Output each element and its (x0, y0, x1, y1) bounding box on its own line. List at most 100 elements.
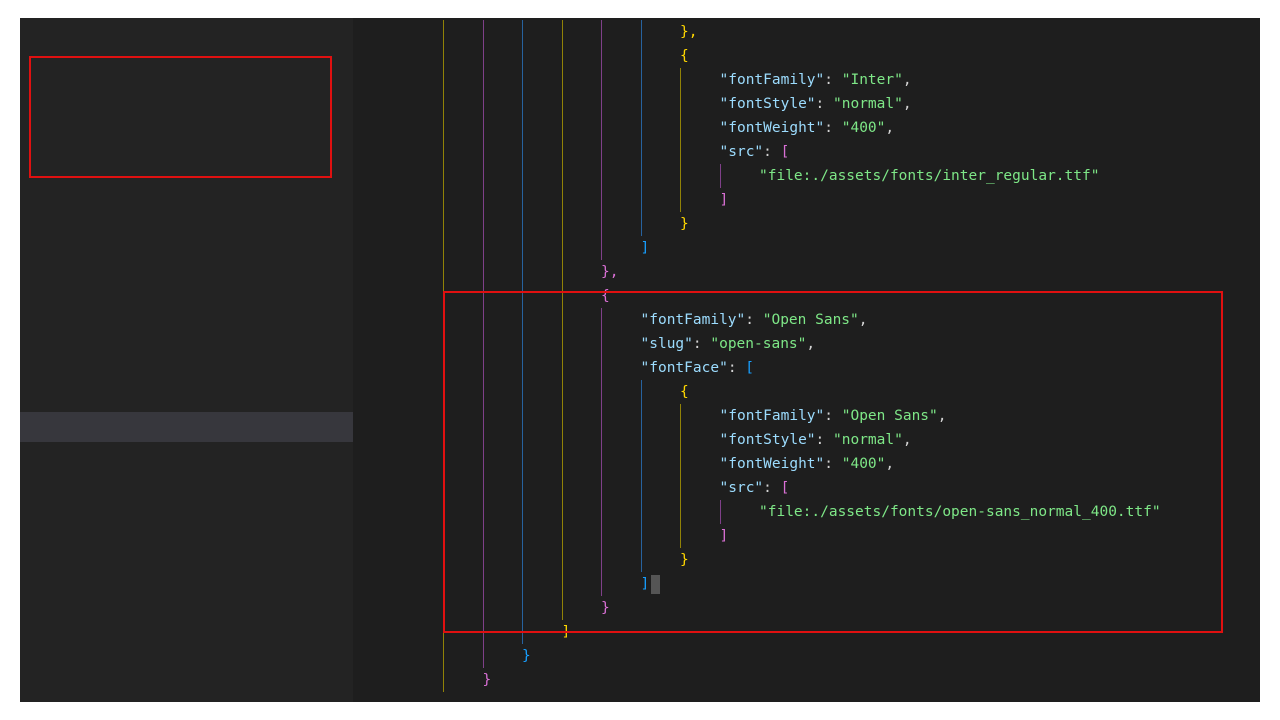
code-token: "slug" (641, 336, 693, 352)
code-token: : (693, 336, 710, 352)
code-line: ] (641, 236, 650, 260)
code-line: ] (720, 524, 729, 548)
code-token: "src" (720, 480, 764, 496)
code-token: : (763, 480, 780, 496)
code-line: { (680, 380, 689, 404)
file-explorer (20, 18, 353, 702)
code-editor[interactable]: },{"fontFamily": "Inter","fontStyle": "n… (353, 18, 1260, 702)
code-line: } (601, 596, 610, 620)
code-token: ] (641, 576, 650, 592)
code-line: "src": [ (720, 140, 790, 164)
explorer-item[interactable] (20, 52, 353, 82)
code-line: "fontFace": [ (641, 356, 755, 380)
code-token: "fontWeight" (720, 120, 825, 136)
explorer-item[interactable] (20, 352, 353, 382)
explorer-item[interactable] (20, 472, 353, 502)
indent-guide (601, 308, 602, 596)
code-token: : (816, 432, 833, 448)
text-cursor (651, 575, 660, 594)
code-token: "fontFace" (641, 360, 728, 376)
code-token: : (816, 96, 833, 112)
explorer-item[interactable] (20, 172, 353, 202)
code-token: [ (781, 480, 790, 496)
code-token: : (763, 144, 780, 160)
indent-guide (562, 20, 563, 620)
code-token: , (938, 408, 947, 424)
explorer-item[interactable] (20, 202, 353, 232)
code-token: "400" (842, 120, 886, 136)
code-token: [ (781, 144, 790, 160)
code-token: [ (745, 360, 754, 376)
explorer-item[interactable] (20, 292, 353, 322)
code-line: } (680, 212, 689, 236)
code-token: : (745, 312, 762, 328)
code-line: "fontStyle": "normal", (720, 92, 912, 116)
code-line: "src": [ (720, 476, 790, 500)
explorer-item[interactable] (20, 382, 353, 412)
code-token: }, (601, 264, 618, 280)
code-line: }, (680, 20, 697, 44)
code-token: "normal" (833, 432, 903, 448)
code-token: } (601, 600, 610, 616)
code-token: "fontFamily" (641, 312, 746, 328)
indent-guide (680, 404, 681, 548)
code-token: } (680, 552, 689, 568)
editor-window: },{"fontFamily": "Inter","fontStyle": "n… (20, 18, 1260, 702)
code-token: "file:./assets/fonts/open-sans_normal_40… (759, 504, 1161, 520)
explorer-item[interactable] (20, 82, 353, 112)
explorer-item[interactable] (20, 412, 353, 442)
code-token: ] (720, 192, 729, 208)
code-token: { (680, 384, 689, 400)
code-token: , (903, 72, 912, 88)
code-token: : (824, 456, 841, 472)
code-line: "fontWeight": "400", (720, 116, 895, 140)
code-token: "open-sans" (710, 336, 806, 352)
code-line: ] (641, 572, 661, 596)
code-line: { (680, 44, 689, 68)
indent-guide (720, 164, 721, 188)
code-line: } (680, 548, 689, 572)
indent-guide (641, 380, 642, 572)
code-token: }, (680, 24, 697, 40)
code-line: "slug": "open-sans", (641, 332, 816, 356)
code-token: "Inter" (842, 72, 903, 88)
explorer-item[interactable] (20, 442, 353, 472)
code-token: : (824, 120, 841, 136)
code-token: , (903, 96, 912, 112)
code-token: "normal" (833, 96, 903, 112)
code-line: "file:./assets/fonts/open-sans_normal_40… (759, 500, 1161, 524)
explorer-item[interactable] (20, 142, 353, 172)
code-token: , (885, 120, 894, 136)
explorer-item[interactable] (20, 322, 353, 352)
code-token: "fontFamily" (720, 408, 825, 424)
code-line: "fontFamily": "Inter", (720, 68, 912, 92)
code-token: ] (720, 528, 729, 544)
explorer-item[interactable] (20, 502, 353, 532)
code-token: : (728, 360, 745, 376)
code-token: "src" (720, 144, 764, 160)
code-token: { (601, 288, 610, 304)
code-line: } (522, 644, 531, 668)
explorer-item[interactable] (20, 22, 353, 52)
explorer-item[interactable] (20, 262, 353, 292)
code-token: "file:./assets/fonts/inter_regular.ttf" (759, 168, 1099, 184)
explorer-item[interactable] (20, 232, 353, 262)
code-token: "Open Sans" (842, 408, 938, 424)
code-token: } (680, 216, 689, 232)
code-token: : (824, 72, 841, 88)
code-token: , (885, 456, 894, 472)
code-line: ] (562, 620, 571, 644)
code-line: "file:./assets/fonts/inter_regular.ttf" (759, 164, 1099, 188)
code-token: ] (562, 624, 571, 640)
indent-guide (522, 20, 523, 644)
indent-guide (641, 20, 642, 236)
code-token: ] (641, 240, 650, 256)
code-line: } (483, 668, 492, 692)
code-token: { (680, 48, 689, 64)
indent-guide (483, 20, 484, 668)
explorer-item[interactable] (20, 112, 353, 142)
code-token: "400" (842, 456, 886, 472)
code-token: : (824, 408, 841, 424)
code-line: { (601, 284, 610, 308)
code-token: "fontFamily" (720, 72, 825, 88)
